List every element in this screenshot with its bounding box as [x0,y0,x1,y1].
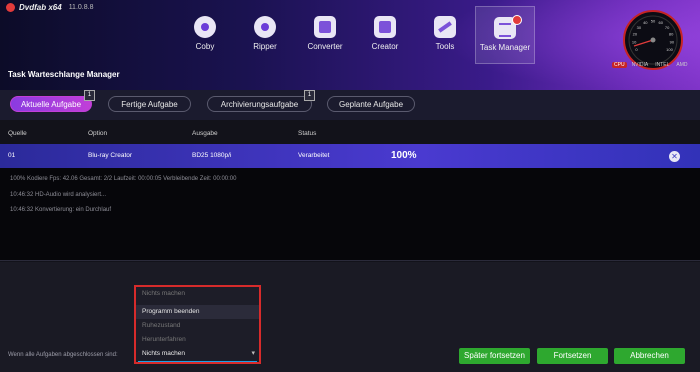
tools-icon [434,16,456,38]
col-output[interactable]: Ausgabe [192,130,218,137]
disc-icon [254,16,276,38]
dvdfab-logo-icon [6,3,15,12]
col-status[interactable]: Status [298,130,316,137]
legend-intel[interactable]: INTEL [653,62,671,68]
log-line: 10:46:32 Konvertierung: ein Durchlauf [10,207,112,213]
task-log: 100% Kodiere Fps: 42.06 Gesamt: 2/2 Lauf… [0,168,700,261]
gauge-tick-label: 80 [669,32,674,37]
resume-later-button[interactable]: Später fortsetzen [459,348,530,364]
tab-archive-task[interactable]: Archivierungsaufgabe 1 [207,90,315,112]
gauge-tick-label: 50 [651,19,656,24]
select-value: Nichts machen [142,350,185,357]
after-completion-select[interactable]: Nichts machen ▾ [138,348,257,362]
legend-amd[interactable]: AMD [674,62,689,68]
gauge-tick-label: 90 [670,40,675,45]
cell-output: BD25 1080p/i [192,152,232,159]
nav-creator[interactable]: Creator [355,6,415,64]
gauge-tick-label: 70 [665,25,670,30]
nav-converter[interactable]: Converter [295,6,355,64]
gauge-tick-label: 20 [633,32,638,37]
cancel-button[interactable]: Abbrechen [614,348,685,364]
page-title: Task Warteschlange Manager [8,70,120,79]
dropdown-option[interactable]: Ruhezustand [142,322,180,329]
tab-count-badge: 1 [84,90,95,101]
nav-label: Tools [435,42,455,51]
col-option[interactable]: Option [88,130,107,137]
nav-copy[interactable]: Coby [175,6,235,64]
gauge-tick-label: 10 [632,40,637,45]
nav-label: Converter [307,42,343,51]
nav-label: Ripper [253,42,277,51]
app-name: Dvdfab x64 [19,3,62,12]
after-completion-dropdown[interactable]: Nichts machen Programm beenden Ruhezusta… [134,285,261,364]
nav-label: Task Manager [479,43,531,52]
log-line: 10:46:32 HD-Audio wird analysiert... [10,192,107,198]
nav-task-manager[interactable]: Task Manager [475,6,535,64]
legend-nvidia[interactable]: NVIDIA [630,62,651,68]
gauge-dial: 010203040 50 60708090100 [623,10,683,70]
close-icon[interactable]: ✕ [669,151,680,162]
cell-progress: 100% [391,150,417,161]
app-version: 11.0.8.8 [68,4,94,11]
tab-label: Aktuelle Aufgabe [20,100,82,109]
tab-label: Archivierungsaufgabe [220,100,299,109]
cell-option: Blu-ray Creator [88,152,133,159]
nav-tools[interactable]: Tools [415,6,475,64]
gauge-tick-label: 30 [637,25,642,30]
app-logo: Dvdfab x64 11.0.8.8 [6,3,93,12]
dropdown-option[interactable]: Herunterfahren [142,336,186,343]
hardware-gauge: 0 10 20 30 40 50 60 70 80 90 100 [612,6,694,70]
table-header: Quelle Option Ausgabe Status [0,126,700,142]
notification-badge [512,15,522,25]
resume-button[interactable]: Fortsetzen [537,348,608,364]
tab-finished-task[interactable]: Fertige Aufgabe [108,96,191,112]
gauge-legend: CPU NVIDIA INTEL AMD [612,62,690,68]
dropdown-option[interactable]: Nichts machen [142,290,185,297]
chevron-down-icon: ▾ [251,350,255,357]
disc-icon [194,16,216,38]
cell-status: Verarbeitet [298,152,330,159]
cell-source: 01 [8,152,16,159]
col-source[interactable]: Quelle [8,130,27,137]
tab-label: Fertige Aufgabe [121,100,178,109]
nav-ripper[interactable]: Ripper [235,6,295,64]
gauge-tick-label: 40 [643,20,648,25]
table-row[interactable]: 01 Blu-ray Creator BD25 1080p/i Verarbei… [0,144,700,168]
legend-cpu[interactable]: CPU [612,62,627,68]
gauge-tick-label: 60 [658,20,663,25]
dropdown-option[interactable]: Programm beenden [142,308,199,315]
log-line: 100% Kodiere Fps: 42.06 Gesamt: 2/2 Lauf… [10,176,237,182]
tab-scheduled-task[interactable]: Geplante Aufgabe [327,96,415,112]
tab-current-task[interactable]: Aktuelle Aufgabe 1 [10,90,95,112]
tab-label: Geplante Aufgabe [338,100,404,109]
gauge-tick-label: 100 [666,47,673,52]
nav-label: Creator [371,42,399,51]
nav-label: Coby [195,42,215,51]
when-done-label: Wenn alle Aufgaben abgeschlossen sind: [8,352,118,358]
main-nav: Coby Ripper Converter Creator Tools Task… [175,6,535,64]
film-icon [374,16,396,38]
tab-count-badge: 1 [304,90,315,101]
film-icon [314,16,336,38]
